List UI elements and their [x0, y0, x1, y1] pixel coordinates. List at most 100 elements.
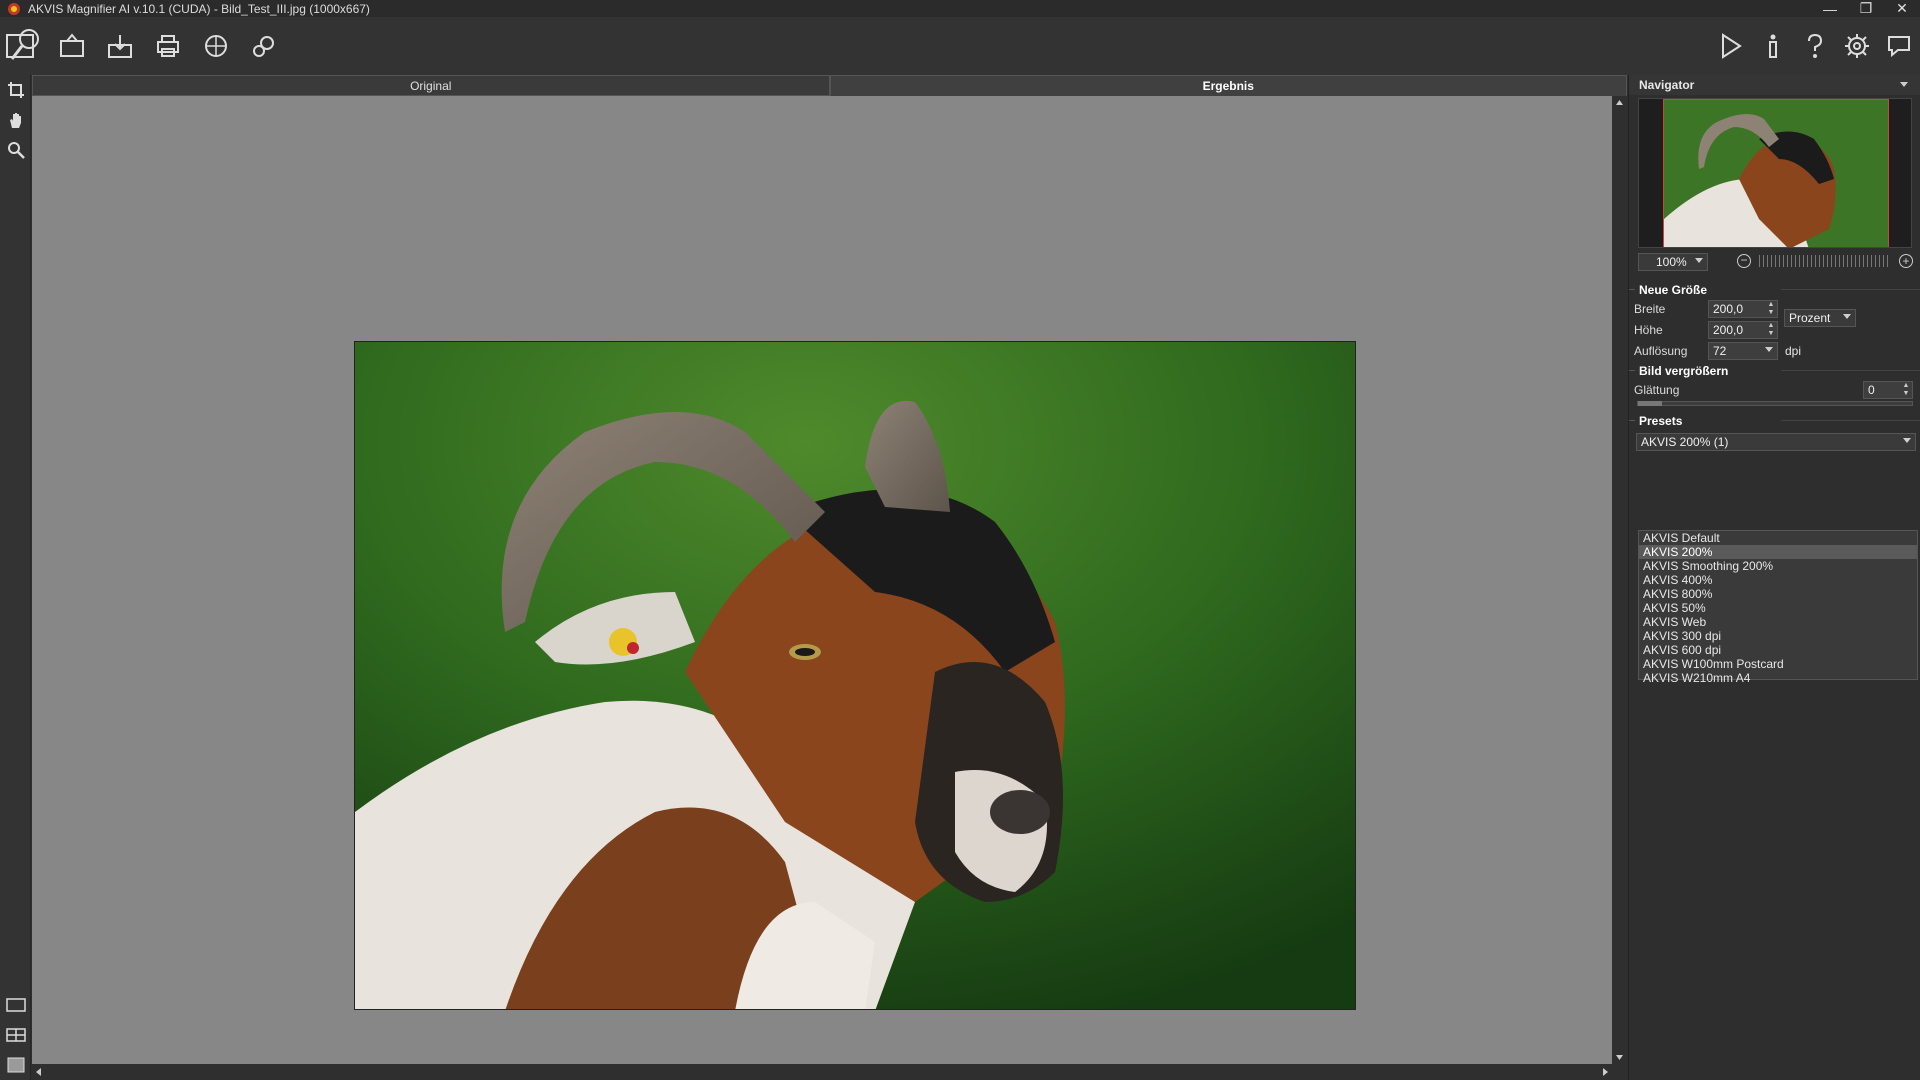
new-size-title: Neue Größe — [1629, 280, 1920, 299]
smoothing-slider[interactable] — [1637, 401, 1913, 406]
title-bar: AKVIS Magnifier AI v.10.1 (CUDA) - Bild_… — [0, 0, 1920, 17]
info-button[interactable] — [1752, 22, 1794, 70]
help-button[interactable] — [1794, 22, 1836, 70]
navigator-view-frame[interactable] — [1663, 99, 1889, 247]
chevron-down-icon — [1843, 314, 1851, 319]
spin-arrows-icon[interactable]: ▲ ▼ — [1900, 382, 1912, 398]
magnifier-logo-icon — [6, 29, 39, 60]
zoom-slider[interactable] — [1759, 255, 1891, 267]
settings-panel: Navigator 100% − + Neue Größe Breite 200… — [1628, 75, 1920, 1080]
view-single-icon — [5, 998, 26, 1012]
preset-item[interactable]: AKVIS Web — [1639, 615, 1917, 629]
navigator-title: Navigator — [1639, 78, 1695, 92]
print-icon — [157, 35, 179, 57]
resolution-unit: dpi — [1785, 344, 1802, 358]
smoothing-row: Glättung 0 ▲ ▼ — [1629, 380, 1920, 401]
share-button[interactable] — [192, 22, 240, 70]
chevron-down-icon — [1695, 258, 1703, 263]
zoom-tool-button[interactable] — [0, 135, 31, 165]
batch-settings-button[interactable] — [240, 22, 288, 70]
preset-item[interactable]: AKVIS 800% — [1639, 587, 1917, 601]
navigator-header: Navigator — [1629, 75, 1920, 95]
comment-icon — [1888, 36, 1910, 58]
preset-item[interactable]: AKVIS 400% — [1639, 573, 1917, 587]
zoom-icon — [7, 142, 25, 159]
presets-select[interactable]: AKVIS 200% (1) — [1636, 433, 1916, 451]
app-window: AKVIS Magnifier AI v.10.1 (CUDA) - Bild_… — [0, 0, 1920, 1080]
tab-original[interactable]: Original — [32, 75, 830, 96]
save-image-button[interactable] — [96, 22, 144, 70]
width-label: Breite — [1634, 302, 1666, 316]
help-icon — [1808, 33, 1823, 58]
left-bottom-tools — [0, 990, 31, 1080]
presets-section: Presets AKVIS 200% (1) — [1629, 411, 1920, 451]
app-logo-icon — [6, 2, 22, 16]
chevron-down-icon — [1765, 347, 1773, 352]
spin-arrows-icon[interactable]: ▲ ▼ — [1765, 301, 1777, 317]
height-row: Höhe 200,0 ▲ ▼ — [1629, 320, 1920, 341]
view-tabs: Original Ergebnis — [32, 75, 1627, 96]
main-toolbar — [0, 17, 1920, 75]
open-image-icon — [60, 33, 84, 57]
enlarge-title: Bild vergrößern — [1629, 361, 1920, 380]
share-icon — [205, 35, 227, 57]
background-color-icon — [7, 1057, 24, 1073]
close-button[interactable]: ✕ — [1884, 0, 1920, 17]
scroll-corner — [1612, 1064, 1627, 1080]
preset-item[interactable]: AKVIS 50% — [1639, 601, 1917, 615]
minimize-button[interactable]: — — [1812, 0, 1848, 17]
window-title: AKVIS Magnifier AI v.10.1 (CUDA) - Bild_… — [28, 1, 370, 16]
batch-settings-icon — [253, 36, 274, 57]
tab-ergebnis[interactable]: Ergebnis — [829, 75, 1627, 96]
presets-title: Presets — [1629, 411, 1920, 430]
window-controls: — ❐ ✕ — [1812, 0, 1920, 17]
zoom-select[interactable]: 100% — [1638, 253, 1708, 271]
preset-item[interactable]: AKVIS Default — [1639, 531, 1917, 545]
view-split-button[interactable] — [0, 1020, 31, 1050]
preset-item[interactable]: AKVIS 200% — [1639, 545, 1917, 559]
smoothing-slider-handle[interactable] — [1638, 401, 1662, 406]
magnifier-logo-button[interactable] — [0, 22, 48, 70]
crop-tool-button[interactable] — [0, 75, 31, 105]
print-button[interactable] — [144, 22, 192, 70]
vertical-scrollbar[interactable] — [1612, 96, 1627, 1064]
maximize-button[interactable]: ❐ — [1848, 0, 1884, 17]
preferences-button[interactable] — [1836, 22, 1878, 70]
goat-photo — [354, 341, 1356, 1010]
comment-button[interactable] — [1878, 22, 1920, 70]
preset-item[interactable]: AKVIS Smoothing 200% — [1639, 559, 1917, 573]
preset-item[interactable]: AKVIS W100mm Postcard — [1639, 657, 1917, 671]
resolution-select[interactable]: 72 — [1708, 342, 1778, 360]
smoothing-field[interactable]: 0 ▲ ▼ — [1863, 381, 1913, 399]
image-canvas[interactable] — [32, 96, 1612, 1064]
chevron-down-icon[interactable] — [1900, 82, 1908, 87]
smoothing-label: Glättung — [1634, 383, 1680, 397]
run-button[interactable] — [1710, 22, 1752, 70]
zoom-value: 100% — [1656, 255, 1687, 269]
presets-dropdown-list[interactable]: AKVIS Default AKVIS 200% AKVIS Smoothing… — [1638, 530, 1918, 685]
left-toolbar — [0, 75, 31, 1080]
resolution-label: Auflösung — [1634, 344, 1688, 358]
background-color-button[interactable] — [0, 1050, 31, 1080]
spin-arrows-icon[interactable]: ▲ ▼ — [1765, 322, 1777, 338]
view-single-button[interactable] — [0, 990, 31, 1020]
zoom-out-icon[interactable]: − — [1737, 254, 1751, 268]
view-split-icon — [5, 1028, 26, 1042]
preset-item[interactable]: AKVIS W210mm A4 — [1639, 671, 1917, 685]
info-icon — [1769, 34, 1777, 58]
toolbar-right — [1710, 17, 1920, 75]
resolution-row: Auflösung 72 dpi — [1629, 341, 1920, 362]
run-icon — [1722, 33, 1742, 59]
width-field[interactable]: 200,0 ▲ ▼ — [1708, 300, 1778, 318]
hand-tool-button[interactable] — [0, 105, 31, 135]
navigator-preview — [1629, 95, 1920, 251]
horizontal-scrollbar[interactable] — [32, 1064, 1612, 1080]
open-image-button[interactable] — [48, 22, 96, 70]
zoom-in-icon[interactable]: + — [1899, 254, 1913, 268]
preferences-icon — [1845, 34, 1869, 58]
navigator-thumbnail[interactable] — [1638, 98, 1912, 248]
height-field[interactable]: 200,0 ▲ ▼ — [1708, 321, 1778, 339]
preset-item[interactable]: AKVIS 600 dpi — [1639, 643, 1917, 657]
new-size-section: Neue Größe Breite 200,0 ▲ ▼ Prozent Höhe … — [1629, 280, 1920, 362]
preset-item[interactable]: AKVIS 300 dpi — [1639, 629, 1917, 643]
